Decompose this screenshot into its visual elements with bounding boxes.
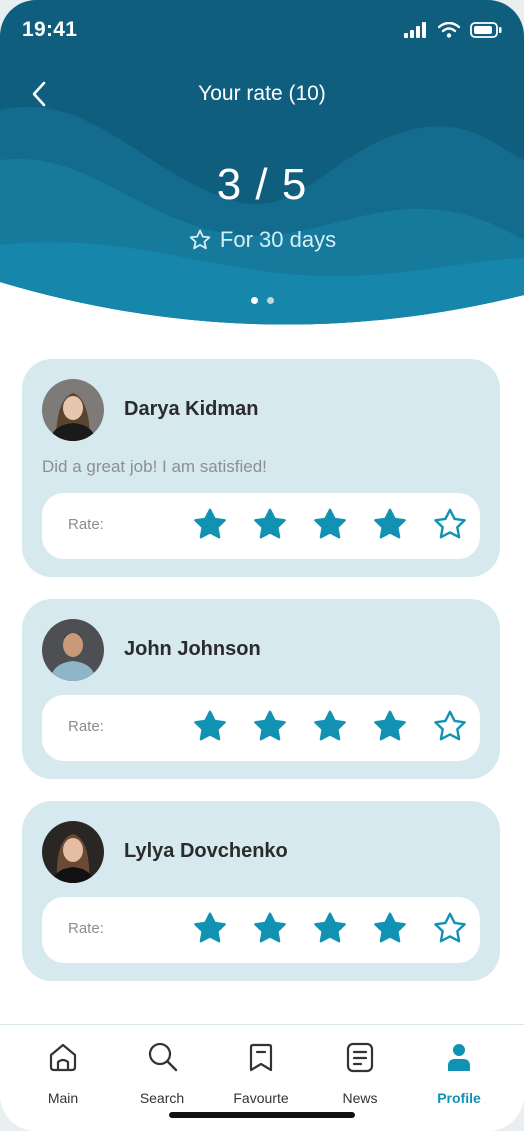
review-comment: Did a great job! I am satisfied! — [42, 457, 267, 476]
star-empty-icon[interactable] — [432, 507, 468, 543]
rate-period: For 30 days — [0, 227, 524, 253]
tab-label: News — [342, 1090, 378, 1106]
signal-icon — [404, 22, 426, 38]
tab-label: Favourte — [233, 1090, 289, 1106]
star-empty-icon[interactable] — [432, 709, 468, 745]
star-filled-icon[interactable] — [312, 709, 348, 745]
star-filled-icon[interactable] — [192, 507, 228, 543]
page-dot-1[interactable] — [250, 297, 258, 304]
review-card: Darya Kidman Did a great job! I am satis… — [22, 359, 500, 577]
rate-header: 19:41 Your rate (10) 3 / 5 For 30 days — [0, 0, 524, 330]
search-icon — [148, 1042, 178, 1072]
star-rating — [192, 911, 468, 947]
star-outline-icon — [189, 229, 211, 250]
review-card: Lylya Dovchenko Rate: — [22, 801, 500, 981]
rate-label: Rate: — [68, 718, 104, 735]
reviewer-name: John Johnson — [124, 638, 261, 660]
overall-rate: 3 / 5 — [216, 160, 308, 209]
tab-main[interactable]: Main — [13, 1039, 113, 1106]
star-rating — [192, 507, 468, 543]
star-filled-icon[interactable] — [372, 911, 408, 947]
rate-period-label: For 30 days — [219, 227, 337, 252]
avatar — [42, 379, 104, 441]
home-icon — [49, 1043, 77, 1072]
avatar — [42, 619, 104, 681]
star-filled-icon[interactable] — [312, 911, 348, 947]
rating-row: Rate: — [42, 897, 480, 963]
tab-news[interactable]: News — [310, 1039, 410, 1106]
bookmark-icon — [249, 1043, 273, 1072]
star-filled-icon[interactable] — [192, 911, 228, 947]
star-rating — [192, 709, 468, 745]
wifi-icon — [438, 22, 460, 38]
profile-icon — [448, 1044, 470, 1071]
page-indicator[interactable] — [0, 297, 524, 304]
page-title: Your rate (10) — [198, 82, 326, 105]
star-filled-icon[interactable] — [252, 709, 288, 745]
home-indicator — [169, 1112, 355, 1118]
star-filled-icon[interactable] — [372, 709, 408, 745]
news-icon — [346, 1042, 374, 1073]
rating-row: Rate: — [42, 493, 480, 559]
star-filled-icon[interactable] — [252, 507, 288, 543]
star-filled-icon[interactable] — [192, 709, 228, 745]
tab-search[interactable]: Search — [112, 1039, 212, 1106]
tab-label: Search — [139, 1090, 185, 1106]
page-dot-2[interactable] — [266, 297, 274, 304]
star-filled-icon[interactable] — [312, 507, 348, 543]
tab-label: Profile — [437, 1090, 481, 1106]
tab-profile[interactable]: Profile — [409, 1039, 509, 1106]
rating-row: Rate: — [42, 695, 480, 761]
battery-icon — [470, 22, 502, 38]
star-filled-icon[interactable] — [372, 507, 408, 543]
reviewer-name: Darya Kidman — [124, 398, 259, 420]
tab-label: Main — [47, 1090, 79, 1106]
star-empty-icon[interactable] — [432, 911, 468, 947]
status-icons — [404, 22, 502, 38]
tab-favourite[interactable]: Favourte — [211, 1039, 311, 1106]
rate-label: Rate: — [68, 516, 104, 533]
phone-screen: 19:41 Your rate (10) 3 / 5 For 30 days D… — [0, 0, 524, 1131]
avatar — [42, 821, 104, 883]
review-card: John Johnson Rate: — [22, 599, 500, 779]
status-time: 19:41 — [22, 18, 78, 41]
star-filled-icon[interactable] — [252, 911, 288, 947]
rate-label: Rate: — [68, 920, 104, 937]
reviewer-name: Lylya Dovchenko — [124, 840, 288, 862]
status-bar: 19:41 — [0, 0, 524, 60]
